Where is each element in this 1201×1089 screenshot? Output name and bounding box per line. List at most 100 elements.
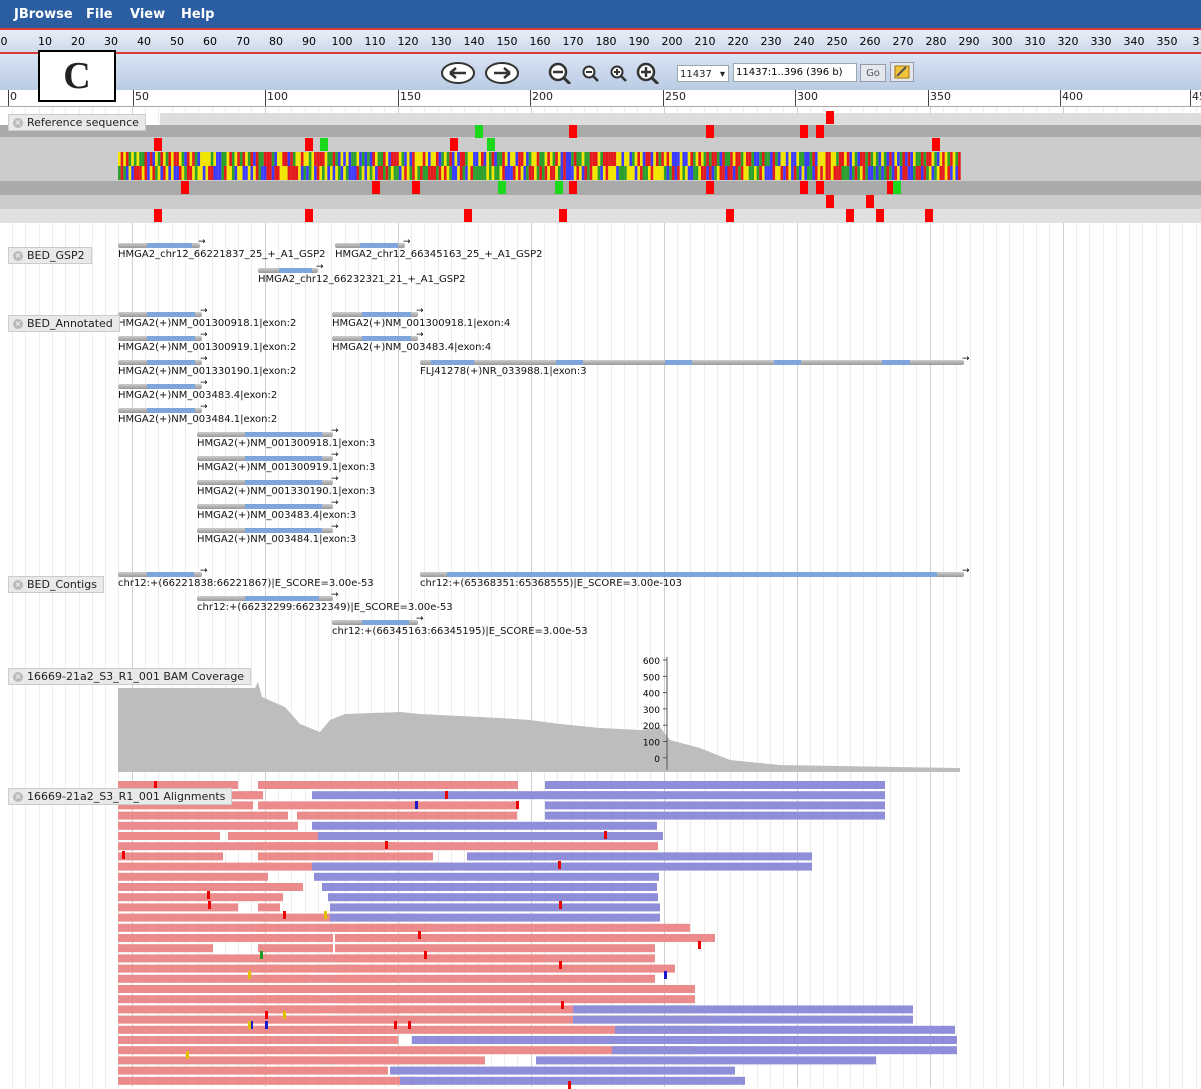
stop-codon xyxy=(800,181,808,194)
base xyxy=(491,166,495,180)
close-icon[interactable]: × xyxy=(13,792,23,802)
track-area[interactable]: × Reference sequence × BED_GSP2 × BED_Annot… xyxy=(0,107,1201,1089)
base xyxy=(210,152,214,166)
track-label-reference[interactable]: × Reference sequence xyxy=(8,114,146,131)
base xyxy=(300,166,304,180)
base xyxy=(523,152,527,166)
base xyxy=(367,166,370,180)
feature-glyph[interactable] xyxy=(118,408,202,413)
track-label-bed-contigs[interactable]: × BED_Contigs xyxy=(8,576,104,593)
base xyxy=(173,152,177,166)
zoom-out-icon[interactable] xyxy=(582,65,600,87)
feature-glyph[interactable] xyxy=(332,312,418,317)
feature-glyph[interactable] xyxy=(420,360,964,365)
base xyxy=(496,166,500,180)
base xyxy=(642,166,646,180)
feature-glyph[interactable] xyxy=(118,360,202,365)
menu-file[interactable]: File xyxy=(86,7,113,22)
menu-view[interactable]: View xyxy=(130,7,165,22)
zoom-out-large-icon[interactable] xyxy=(548,62,572,84)
overview-scale[interactable]: 0 10 20 30 40 50 60 70 80 90 100 110 120 130 140 150 160… xyxy=(0,30,1201,54)
base xyxy=(852,166,855,180)
base xyxy=(809,152,813,166)
base xyxy=(155,166,158,180)
close-icon[interactable]: × xyxy=(13,251,23,261)
feature-glyph[interactable] xyxy=(335,243,405,248)
base xyxy=(237,152,240,166)
feature-glyph[interactable] xyxy=(197,456,333,461)
feature-glyph[interactable] xyxy=(197,596,333,601)
base xyxy=(650,166,654,180)
feature-glyph[interactable] xyxy=(197,504,333,509)
feature-glyph[interactable] xyxy=(118,384,202,389)
base xyxy=(292,152,296,166)
forward-read xyxy=(118,903,238,912)
base xyxy=(899,152,903,166)
base xyxy=(396,152,399,166)
base xyxy=(367,152,370,166)
base xyxy=(830,166,834,180)
start-codon xyxy=(475,125,483,138)
base xyxy=(441,152,444,166)
base xyxy=(846,152,850,166)
base xyxy=(380,166,383,180)
zoom-in-large-icon[interactable] xyxy=(636,62,660,84)
track-label-bed-gsp2[interactable]: × BED_GSP2 xyxy=(8,247,92,264)
stop-codon xyxy=(559,209,567,222)
close-icon[interactable]: × xyxy=(13,580,23,590)
highlight-button[interactable] xyxy=(890,62,914,82)
base xyxy=(958,166,961,180)
base xyxy=(751,152,754,166)
base xyxy=(526,166,529,180)
track-label-bed-annotated[interactable]: × BED_Annotated xyxy=(8,315,120,332)
ruler[interactable]: 0 50 100 150 200 250 300 350 400 45 xyxy=(0,90,1201,107)
close-icon[interactable]: × xyxy=(13,319,23,329)
base xyxy=(613,166,617,180)
base xyxy=(727,152,731,166)
pan-left-icon[interactable] xyxy=(440,62,476,84)
go-button[interactable]: Go xyxy=(860,64,886,82)
app-brand[interactable]: JBrowse xyxy=(14,7,73,22)
feature-glyph[interactable] xyxy=(332,336,418,341)
feature-glyph[interactable] xyxy=(197,432,333,437)
base xyxy=(568,152,572,166)
feature-glyph[interactable] xyxy=(118,243,200,248)
close-icon[interactable]: × xyxy=(13,672,23,682)
feature-exon xyxy=(359,243,398,248)
mismatch xyxy=(424,951,427,959)
feature-glyph[interactable] xyxy=(332,620,418,625)
overview-tick: 90 xyxy=(302,35,316,48)
feature-glyph[interactable] xyxy=(197,480,333,485)
base xyxy=(520,166,524,180)
base xyxy=(274,166,277,180)
base xyxy=(581,166,585,180)
feature-glyph[interactable] xyxy=(118,336,202,341)
zoom-in-icon[interactable] xyxy=(610,65,628,87)
feature-glyph[interactable] xyxy=(197,528,333,533)
reverse-read xyxy=(390,1066,735,1075)
track-label-alignments[interactable]: × 16669-21a2_S3_R1_001 Alignments xyxy=(8,788,233,805)
pan-right-icon[interactable] xyxy=(484,62,520,84)
reference-sequence-select[interactable]: 11437 ▾ xyxy=(677,65,729,82)
feature-label: HMGA2(+)NM_003483.4|exon:3 xyxy=(197,510,357,521)
feature-glyph[interactable] xyxy=(118,572,202,577)
location-input[interactable] xyxy=(733,63,857,82)
feature-glyph[interactable] xyxy=(118,312,202,317)
base xyxy=(682,166,686,180)
base xyxy=(894,166,898,180)
overview-tick: 190 xyxy=(628,35,650,48)
feature-exon xyxy=(362,336,412,341)
feature-glyph[interactable] xyxy=(258,268,318,273)
stop-codon xyxy=(932,138,940,151)
feature-glyph[interactable] xyxy=(420,572,964,577)
track-label-coverage[interactable]: × 16669-21a2_S3_R1_001 BAM Coverage xyxy=(8,668,252,685)
base xyxy=(504,166,508,180)
coverage-axis-label: 500 xyxy=(643,673,660,683)
feature-exon xyxy=(430,360,475,365)
base xyxy=(531,152,535,166)
menu-help[interactable]: Help xyxy=(181,7,214,22)
base xyxy=(406,152,410,166)
base xyxy=(666,152,670,166)
close-icon[interactable]: × xyxy=(13,118,23,128)
base xyxy=(732,166,736,180)
